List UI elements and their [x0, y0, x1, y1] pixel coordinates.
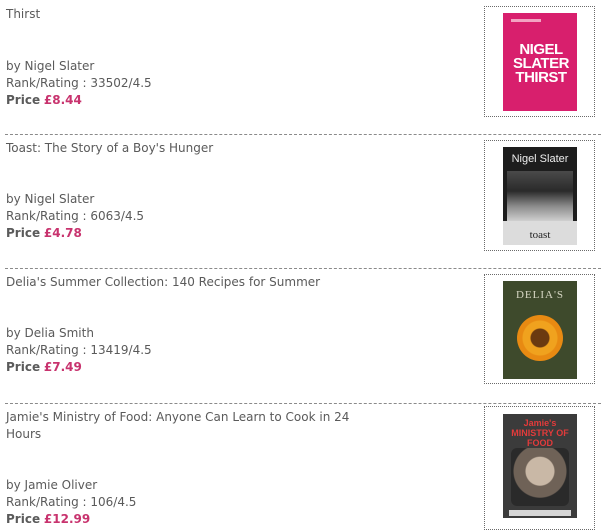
book-title-link[interactable]: Jamie's Ministry of Food: Anyone Can Lea… [6, 409, 386, 443]
book-cover-image[interactable]: NIGEL SLATER THIRST [503, 13, 577, 111]
cover-title: toast [529, 229, 551, 241]
book-cover-image[interactable]: Jamie's MINISTRY OF FOOD [503, 414, 577, 518]
book-rank-rating: Rank/Rating : 106/4.5 [6, 495, 137, 509]
book-cover-image[interactable]: DELIA'S [503, 281, 577, 379]
price-value: £7.49 [43, 360, 82, 374]
price-value: £4.78 [43, 226, 82, 240]
book-price: Price £8.44 [6, 92, 82, 109]
price-label: Price [6, 226, 41, 240]
price-label: Price [6, 360, 41, 374]
cover-author: Nigel Slater [511, 153, 569, 165]
price-value: £12.99 [43, 512, 91, 526]
book-rank-rating: Rank/Rating : 13419/4.5 [6, 343, 152, 357]
price-label: Price [6, 512, 41, 526]
cover-band [509, 510, 571, 516]
sunflower-image [517, 315, 563, 361]
book-author: by Nigel Slater [6, 192, 95, 206]
book-cover-frame[interactable]: Jamie's MINISTRY OF FOOD [484, 406, 595, 530]
book-rank-rating: Rank/Rating : 33502/4.5 [6, 76, 152, 90]
book-cover-image[interactable]: Nigel Slater toast [503, 147, 577, 245]
book-cover-frame[interactable]: DELIA'S [484, 274, 595, 384]
item-separator [5, 134, 601, 135]
book-price: Price £7.49 [6, 359, 82, 376]
price-value: £8.44 [43, 93, 82, 107]
book-cover-frame[interactable]: NIGEL SLATER THIRST [484, 6, 595, 117]
price-label: Price [6, 93, 41, 107]
cover-text: NIGEL SLATER THIRST [513, 41, 569, 86]
cover-photo [511, 448, 569, 506]
cover-title: DELIA'S [515, 289, 565, 301]
item-separator [5, 268, 601, 269]
book-price: Price £12.99 [6, 511, 90, 528]
book-cover-frame[interactable]: Nigel Slater toast [484, 140, 595, 251]
cover-photo [507, 171, 573, 221]
book-title-link[interactable]: Thirst [6, 6, 386, 23]
cover-title: Jamie's MINISTRY OF FOOD [511, 418, 569, 448]
item-separator [5, 403, 601, 404]
book-author: by Delia Smith [6, 326, 94, 340]
cover-decoration [511, 19, 541, 22]
book-author: by Nigel Slater [6, 59, 95, 73]
book-author: by Jamie Oliver [6, 478, 98, 492]
book-title-link[interactable]: Toast: The Story of a Boy's Hunger [6, 140, 386, 157]
book-title-link[interactable]: Delia's Summer Collection: 140 Recipes f… [6, 274, 386, 291]
book-rank-rating: Rank/Rating : 6063/4.5 [6, 209, 145, 223]
book-price: Price £4.78 [6, 225, 82, 242]
